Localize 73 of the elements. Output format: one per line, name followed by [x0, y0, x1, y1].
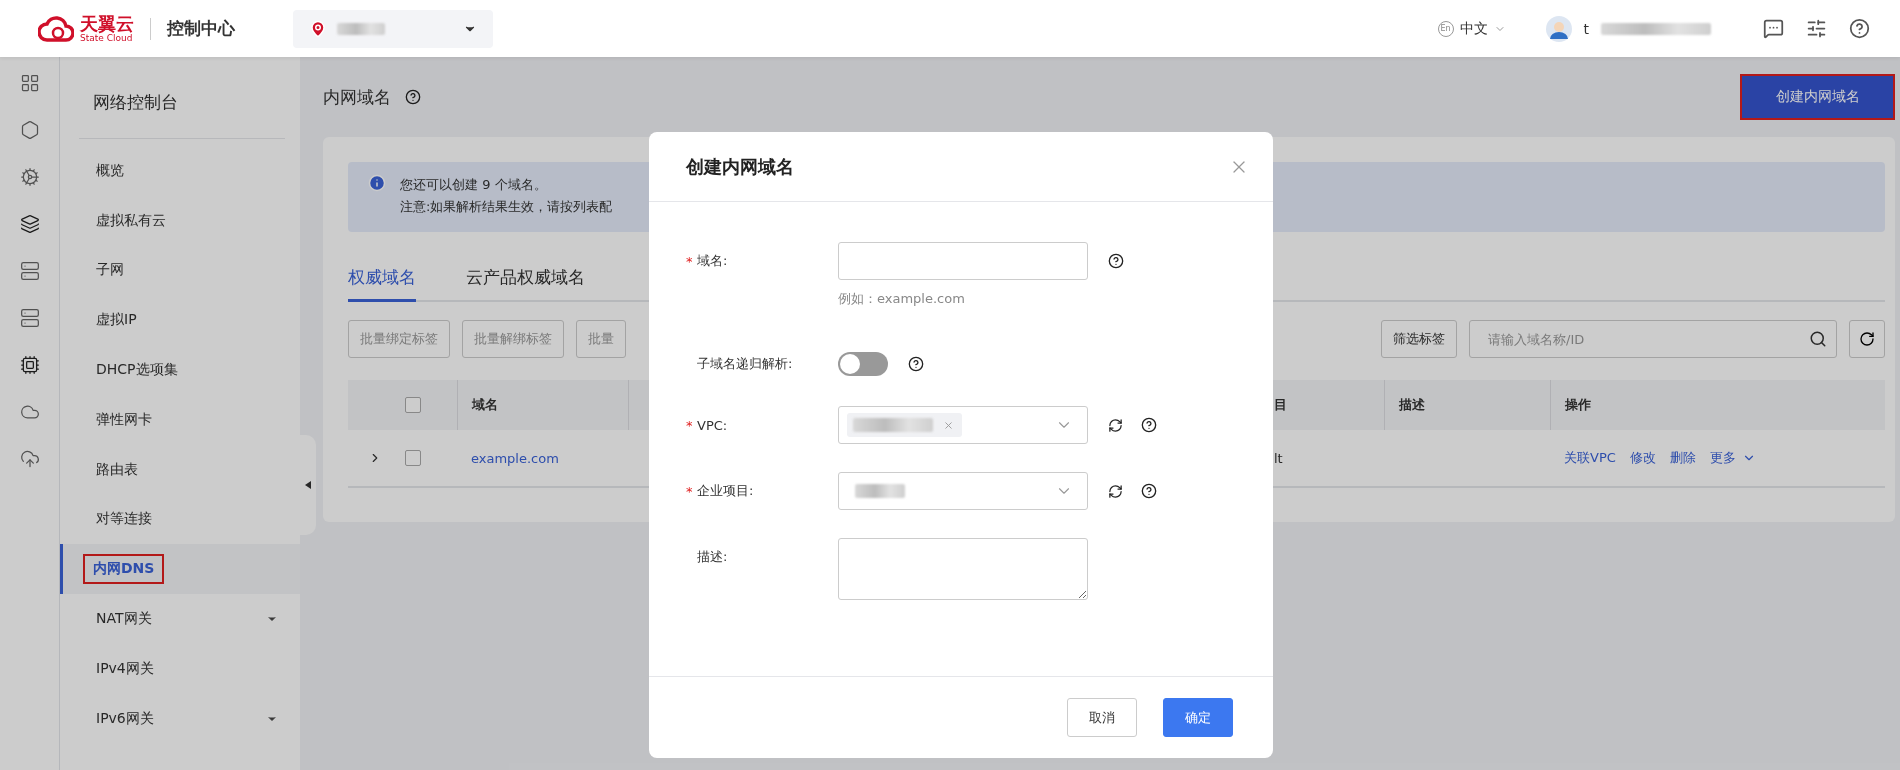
create-button[interactable]: 创建内网域名 — [1740, 74, 1895, 120]
field-label: 描述: — [697, 548, 728, 566]
redacted-text — [337, 22, 385, 35]
column-header: 操作 — [1550, 380, 1885, 430]
hexagon-icon[interactable] — [19, 120, 40, 140]
table-cell-text: lt — [1274, 450, 1284, 466]
language-label: 中文 — [1459, 19, 1488, 38]
refresh-icon — [1859, 331, 1875, 347]
required-mark: * — [686, 253, 693, 269]
settings-icon[interactable] — [1806, 18, 1827, 39]
select-field[interactable] — [838, 472, 1088, 510]
dialog-title: 创建内网域名 — [686, 154, 794, 179]
server-icon[interactable] — [19, 308, 40, 328]
confirm-button[interactable]: 确定 — [1163, 698, 1233, 737]
field-hint: 例如：example.com — [838, 290, 966, 308]
field-label: 企业项目: — [697, 482, 754, 500]
action-link[interactable]: 修改 — [1629, 449, 1656, 467]
tab[interactable]: 权威域名 — [348, 266, 416, 302]
checkbox[interactable] — [405, 397, 421, 413]
layers-icon[interactable] — [19, 214, 40, 234]
caret-icon — [305, 481, 311, 489]
message-icon[interactable] — [1763, 18, 1784, 39]
column-header: 描述 — [1384, 380, 1550, 430]
field-label: 子域名递归解析: — [697, 355, 793, 373]
refresh-icon[interactable] — [1108, 483, 1123, 499]
required-mark: * — [686, 483, 693, 499]
filter-tags-button[interactable]: 筛选标签 — [1381, 320, 1457, 358]
redacted-text — [855, 484, 905, 498]
required-mark: * — [686, 417, 693, 433]
field-label: 域名: — [697, 252, 728, 270]
select-field[interactable] — [838, 406, 1088, 444]
nav-title: 网络控制台 — [79, 57, 285, 139]
domain-input[interactable] — [838, 242, 1088, 280]
pin-icon — [309, 19, 327, 38]
help-icon[interactable] — [1108, 253, 1124, 269]
action-link[interactable]: 关联VPC — [1564, 449, 1616, 467]
checkbox[interactable] — [405, 450, 421, 466]
search-field[interactable]: 请输入域名称/ID — [1469, 320, 1837, 358]
avatar-icon[interactable] — [1545, 15, 1572, 42]
cloud-logo-icon — [38, 15, 74, 42]
brand-subtitle: State Cloud — [80, 33, 134, 43]
cancel-button[interactable]: 取消 — [1067, 698, 1137, 737]
field-label: VPC: — [697, 417, 728, 433]
alert-text: 您还可以创建 9 个域名。 — [400, 176, 548, 194]
user-name[interactable]: t — [1583, 20, 1589, 37]
tab[interactable]: 云产品权威域名 — [466, 266, 585, 302]
help-icon[interactable] — [1849, 18, 1870, 39]
cloud-upload-icon[interactable] — [19, 449, 40, 469]
console-title: 控制中心 — [167, 17, 235, 40]
chip-icon[interactable] — [19, 355, 40, 375]
search-icon[interactable] — [1809, 330, 1827, 348]
help-icon[interactable] — [405, 89, 421, 105]
action-link[interactable]: 删除 — [1669, 449, 1696, 467]
nav-item[interactable]: 内网DNS — [60, 544, 300, 595]
column-header: 目 — [1274, 396, 1288, 414]
info-icon — [368, 174, 386, 192]
grid-icon[interactable] — [19, 73, 40, 93]
refresh-button[interactable] — [1849, 320, 1885, 358]
collapse-handle[interactable] — [300, 435, 316, 535]
action-link[interactable]: 更多 — [1709, 449, 1756, 467]
server-icon[interactable] — [19, 261, 40, 281]
toggle-switch[interactable] — [838, 352, 888, 376]
column-header: 域名 — [457, 380, 628, 430]
alert-text: 注意:如果解析结果生效，请按列表配 — [400, 198, 613, 216]
domain-link[interactable]: example.com — [471, 450, 559, 466]
gear-icon[interactable] — [19, 167, 40, 187]
refresh-icon[interactable] — [1108, 417, 1123, 433]
brand-name: 天翼云 — [80, 14, 134, 33]
page-title: 内网域名 — [323, 85, 391, 109]
help-icon[interactable] — [1141, 483, 1157, 499]
language-selector[interactable]: En 中文 — [1437, 19, 1506, 38]
help-icon[interactable] — [1141, 417, 1157, 433]
help-icon[interactable] — [908, 356, 924, 372]
